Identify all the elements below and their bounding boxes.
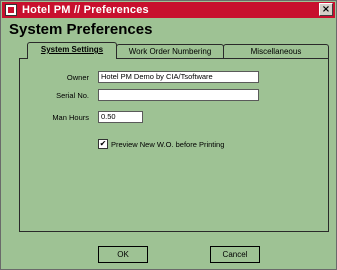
close-icon: ×	[321, 4, 331, 15]
checkmark-icon: ✔	[99, 139, 107, 148]
close-button[interactable]: ×	[319, 3, 333, 16]
preview-label[interactable]: Preview New W.O. before Printing	[111, 140, 224, 149]
man-hours-label: Man Hours	[52, 113, 89, 122]
tab-bar: System Settings Work Order Numbering Mis…	[27, 42, 329, 59]
ok-button[interactable]: OK	[98, 246, 148, 263]
app-icon	[5, 4, 17, 16]
window-title: Hotel PM // Preferences	[22, 4, 149, 16]
tab-miscellaneous[interactable]: Miscellaneous	[223, 44, 329, 58]
serial-label: Serial No.	[56, 91, 89, 100]
title-bar[interactable]: Hotel PM // Preferences ×	[2, 2, 335, 18]
man-hours-field[interactable]: 0.50	[98, 111, 143, 123]
page-title: System Preferences	[9, 21, 153, 38]
cancel-button[interactable]: Cancel	[210, 246, 260, 263]
preview-checkbox[interactable]: ✔	[98, 139, 108, 149]
tab-work-order-numbering[interactable]: Work Order Numbering	[116, 44, 224, 58]
owner-field[interactable]: Hotel PM Demo by CIA/Tsoftware	[98, 71, 259, 83]
serial-field[interactable]	[98, 89, 259, 101]
tab-system-settings[interactable]: System Settings	[27, 42, 117, 59]
owner-label: Owner	[66, 73, 89, 82]
preferences-window: Hotel PM // Preferences × System Prefere…	[0, 0, 337, 270]
